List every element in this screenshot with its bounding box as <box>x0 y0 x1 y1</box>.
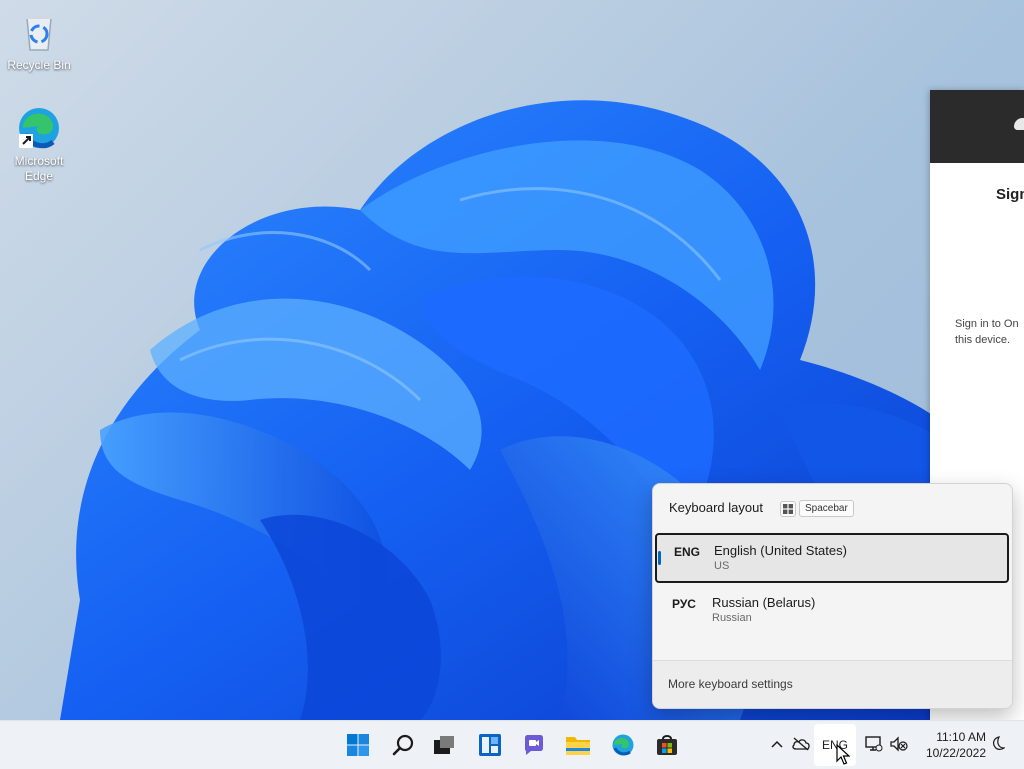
widgets-icon <box>479 734 501 756</box>
onedrive-description-line: this device. <box>955 334 1011 346</box>
clock-date: 10/22/2022 <box>925 746 986 760</box>
widgets-button[interactable] <box>474 729 506 761</box>
store-button[interactable] <box>651 729 683 761</box>
chat-icon <box>525 735 543 755</box>
keyboard-layout-flyout: Keyboard layout Spacebar ENG English (Un… <box>652 483 1013 709</box>
recycle-bin-icon <box>25 15 53 51</box>
layout-code: ENG <box>674 545 701 559</box>
volume-button[interactable] <box>888 734 910 754</box>
task-view-button[interactable] <box>428 729 460 761</box>
edge-icon <box>612 734 634 756</box>
desktop-icon-label: Microsoft Edge <box>14 154 64 183</box>
desktop-icon-microsoft-edge[interactable]: Microsoft Edge <box>1 104 77 184</box>
show-hidden-icons-button[interactable] <box>768 735 786 753</box>
volume-muted-icon <box>890 736 908 752</box>
taskbar: ENG 11:10 AM 10/22/2022 <box>0 720 1024 769</box>
onedrive-description: Sign in to On this device. <box>955 316 1024 348</box>
start-icon <box>347 734 369 756</box>
store-icon <box>657 735 677 755</box>
spacebar-key-badge: Spacebar <box>799 500 854 517</box>
onedrive-cloud-offline-icon <box>792 737 810 751</box>
network-button[interactable] <box>862 734 884 754</box>
moon-icon <box>993 736 1005 750</box>
layout-name: English (United States) <box>714 543 847 558</box>
chevron-up-icon <box>771 740 783 748</box>
mouse-cursor-icon <box>836 744 850 765</box>
onedrive-tray-button[interactable] <box>790 734 812 754</box>
file-explorer-button[interactable] <box>562 729 594 761</box>
start-button[interactable] <box>342 729 374 761</box>
onedrive-description-line: Sign in to On <box>955 318 1019 330</box>
more-keyboard-settings-link[interactable]: More keyboard settings <box>668 677 793 691</box>
file-explorer-icon <box>566 737 590 755</box>
selection-indicator <box>658 551 661 565</box>
layout-item-russian[interactable]: РУС Russian (Belarus) Russian <box>655 587 1009 637</box>
layout-item-english[interactable]: ENG English (United States) US <box>655 533 1009 583</box>
clock[interactable]: 11:10 AM 10/22/2022 <box>914 729 986 761</box>
windows-logo-icon <box>783 504 793 514</box>
desktop-icon-recycle-bin[interactable]: Recycle Bin <box>1 8 77 73</box>
edge-icon <box>19 108 59 149</box>
layout-variant: Russian <box>712 612 752 624</box>
layout-variant: US <box>714 560 730 572</box>
search-icon <box>392 734 414 756</box>
edge-button[interactable] <box>607 729 639 761</box>
layout-code: РУС <box>672 597 696 611</box>
focus-assist-button[interactable] <box>986 734 1008 754</box>
windows-key-icon <box>780 501 796 517</box>
flyout-title: Keyboard layout <box>669 500 763 515</box>
flyout-footer: More keyboard settings <box>653 660 1012 708</box>
desktop-icon-label: Recycle Bin <box>7 58 71 72</box>
network-disconnected-icon <box>865 736 883 752</box>
chat-button[interactable] <box>518 729 550 761</box>
layout-name: Russian (Belarus) <box>712 595 816 610</box>
task-view-icon <box>434 736 454 754</box>
clock-time: 11:10 AM <box>936 730 986 744</box>
onedrive-cloud-icon <box>1014 118 1024 130</box>
search-button[interactable] <box>387 729 419 761</box>
onedrive-header <box>930 90 1024 163</box>
onedrive-title: Sign <box>996 186 1024 203</box>
